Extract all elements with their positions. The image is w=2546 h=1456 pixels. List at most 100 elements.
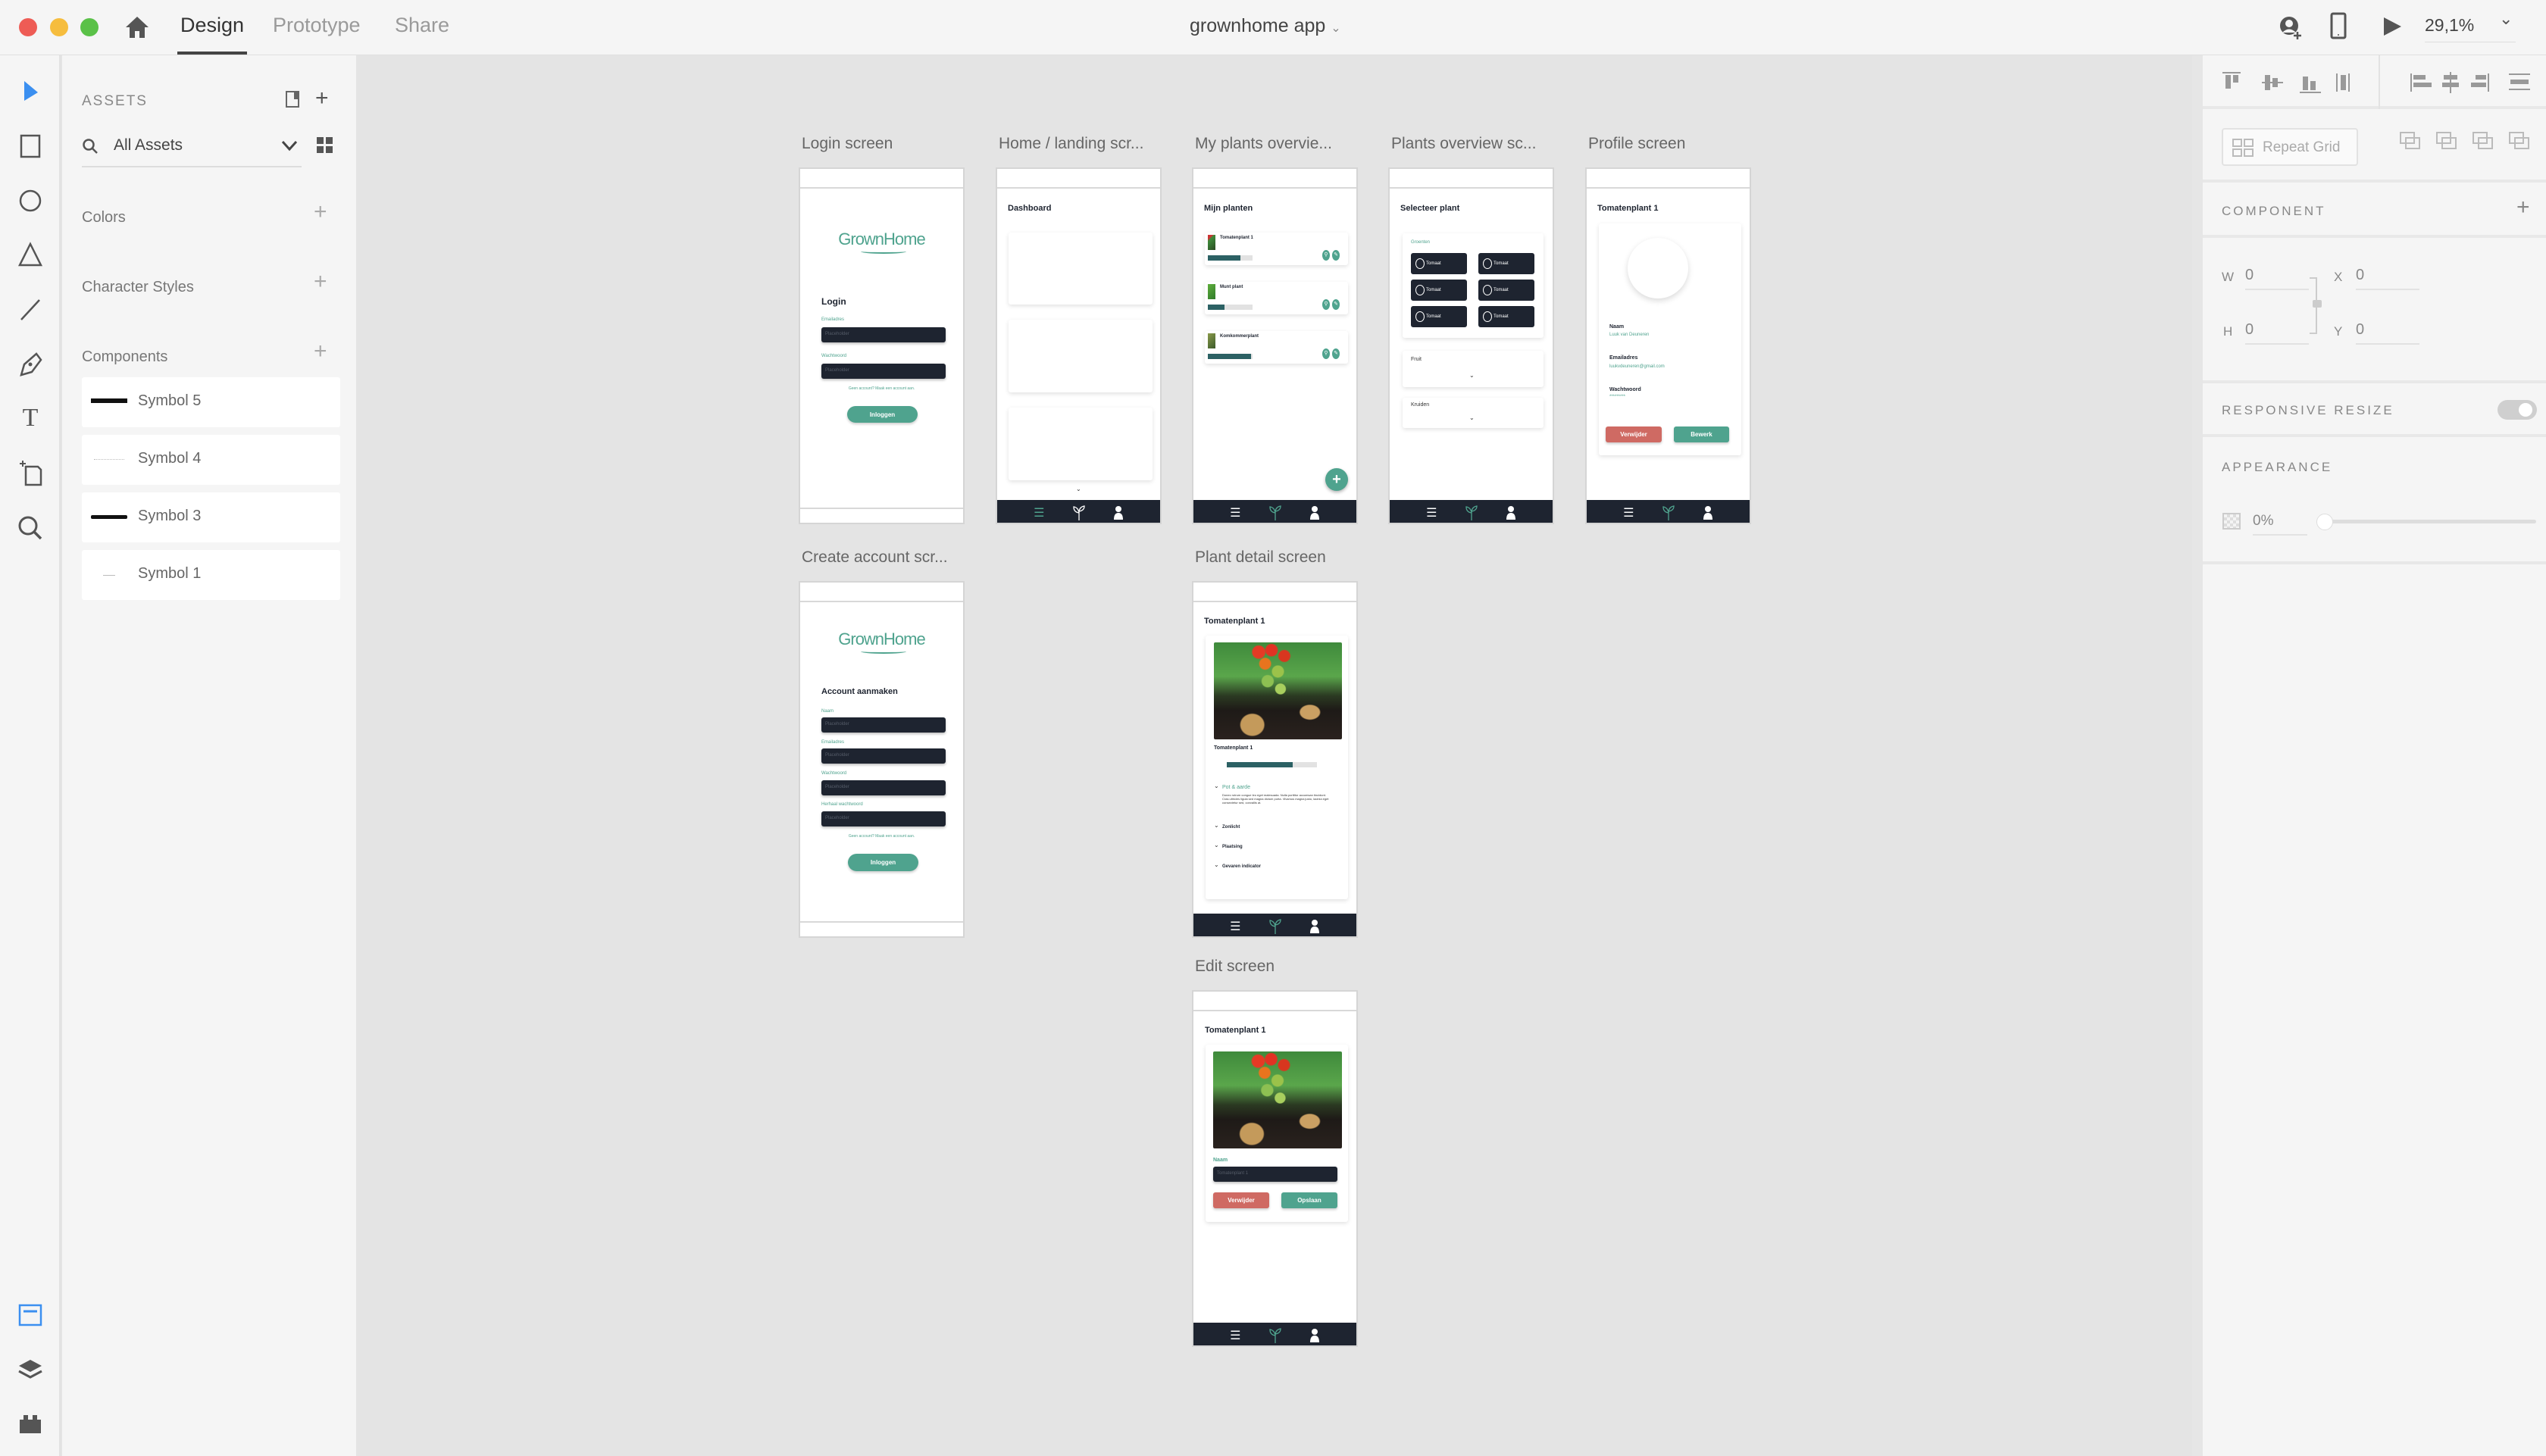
artboard-label-plant-detail[interactable]: Plant detail screen	[1195, 548, 1326, 567]
layers-panel-icon[interactable]	[17, 1357, 44, 1384]
user-icon[interactable]	[1309, 919, 1320, 934]
components-section[interactable]: Components	[82, 348, 167, 366]
plant-list-item[interactable]: Komkommerplant ⚲ ✎	[1205, 331, 1348, 364]
user-icon[interactable]	[1309, 1328, 1320, 1343]
accordion-danger-indicator[interactable]: Gevaren indicator	[1222, 864, 1261, 869]
accordion-pot-soil[interactable]: Pot & aarde	[1222, 785, 1250, 790]
sprout-icon[interactable]	[1268, 919, 1282, 934]
sprout-icon[interactable]	[1465, 505, 1478, 520]
home-icon[interactable]	[124, 15, 150, 39]
document-title[interactable]: grownhome app ⌄	[1190, 15, 1341, 37]
boolean-ops-icons[interactable]	[2400, 132, 2536, 156]
login-button[interactable]: Inloggen	[847, 406, 918, 423]
plant-tile[interactable]: Tomaat	[1478, 280, 1534, 301]
library-icon[interactable]	[285, 90, 302, 110]
align-icons[interactable]	[2222, 70, 2533, 95]
symbol-item[interactable]: Symbol 4	[82, 435, 340, 485]
select-tool-icon[interactable]	[17, 78, 44, 105]
dashboard-card[interactable]	[1009, 233, 1153, 305]
add-plant-button[interactable]: +	[1325, 468, 1348, 491]
y-input[interactable]: 0	[2356, 321, 2419, 345]
chevron-down-icon[interactable]: ⌄	[1076, 486, 1081, 492]
plant-list-item[interactable]: Tomatenplant 1 ⚲ ✎	[1205, 233, 1348, 265]
line-tool-icon[interactable]	[17, 295, 44, 323]
add-asset-icon[interactable]: +	[315, 87, 329, 110]
symbol-item[interactable]: Symbol 3	[82, 492, 340, 542]
artboard-profile[interactable]: Tomatenplant 1 Naam Luuk van Deuneren Em…	[1585, 167, 1751, 524]
category-card-herbs[interactable]: Kruiden ⌄	[1403, 398, 1544, 428]
artboard-tool-icon[interactable]	[17, 459, 44, 486]
password-input[interactable]: Placeholder	[821, 364, 946, 379]
plugins-panel-icon[interactable]	[17, 1411, 44, 1438]
name-input[interactable]: Tomatenplant 1	[1213, 1167, 1337, 1182]
character-styles-section[interactable]: Character Styles	[82, 279, 194, 296]
create-account-link[interactable]: Geen account? Maak een account aan.	[800, 834, 963, 839]
plant-list-item[interactable]: Munt plant ⚲ ✎	[1205, 282, 1348, 314]
device-preview-icon[interactable]	[2330, 12, 2347, 39]
dashboard-card[interactable]	[1009, 408, 1153, 480]
plant-tile[interactable]: Tomaat	[1411, 306, 1467, 327]
edit-plant-icon[interactable]: ✎	[1332, 348, 1340, 359]
search-plant-icon[interactable]: ⚲	[1322, 348, 1330, 359]
artboard-label-create-account[interactable]: Create account scr...	[802, 548, 948, 567]
polygon-tool-icon[interactable]	[17, 241, 44, 268]
add-component-icon[interactable]: +	[314, 340, 327, 363]
edit-plant-icon[interactable]: ✎	[1332, 250, 1340, 261]
symbol-item[interactable]: Symbol 5	[82, 377, 340, 427]
grid-view-icon[interactable]	[317, 137, 333, 154]
sprout-icon[interactable]	[1072, 505, 1086, 520]
x-input[interactable]: 0	[2356, 267, 2419, 290]
chevron-down-icon[interactable]: ⌄	[1214, 822, 1219, 829]
maximize-window-button[interactable]	[80, 18, 99, 36]
opacity-slider-handle[interactable]	[2316, 514, 2333, 530]
close-window-button[interactable]	[19, 18, 37, 36]
login-button[interactable]: Inloggen	[848, 854, 918, 871]
email-input[interactable]: Placeholder	[821, 748, 946, 764]
user-icon[interactable]	[1113, 505, 1124, 520]
responsive-resize-toggle[interactable]	[2498, 400, 2537, 420]
invite-user-icon[interactable]	[2278, 15, 2304, 39]
height-input[interactable]: 0	[2245, 321, 2309, 345]
artboard-label-login[interactable]: Login screen	[802, 135, 893, 153]
lock-icon[interactable]	[2313, 300, 2322, 308]
artboard-label-home[interactable]: Home / landing scr...	[999, 135, 1143, 153]
list-icon[interactable]: ☰	[1623, 505, 1634, 520]
artboard-home[interactable]: Dashboard ⌄ ☰	[996, 167, 1162, 524]
add-character-style-icon[interactable]: +	[314, 270, 327, 293]
plant-photo[interactable]	[1213, 1051, 1342, 1148]
plant-tile[interactable]: Tomaat	[1411, 253, 1467, 274]
tab-share[interactable]: Share	[395, 14, 449, 37]
avatar[interactable]	[1628, 238, 1688, 298]
artboard-plants-overview[interactable]: Selecteer plant Groenten Tomaat Tomaat T…	[1388, 167, 1554, 524]
search-plant-icon[interactable]: ⚲	[1322, 299, 1330, 310]
zoom-chevron-icon[interactable]: ⌄	[2499, 9, 2513, 29]
artboard-label-my-plants[interactable]: My plants overvie...	[1195, 135, 1332, 153]
email-input[interactable]: Placeholder	[821, 327, 946, 342]
sprout-icon[interactable]	[1268, 1328, 1282, 1343]
artboard-my-plants[interactable]: Mijn planten Tomatenplant 1 ⚲ ✎ Munt pla…	[1192, 167, 1358, 524]
opacity-slider[interactable]	[2316, 514, 2536, 530]
chevron-down-icon[interactable]: ⌄	[1214, 842, 1219, 848]
chevron-down-icon[interactable]: ⌄	[1469, 414, 1475, 421]
list-icon[interactable]: ☰	[1034, 505, 1044, 520]
chevron-down-icon[interactable]: ⌄	[1214, 861, 1219, 868]
user-icon[interactable]	[1309, 505, 1320, 520]
name-input[interactable]: Placeholder	[821, 717, 946, 733]
accordion-placement[interactable]: Plaatsing	[1222, 845, 1243, 849]
create-account-link[interactable]: Geen account? Maak een account aan.	[800, 386, 963, 391]
artboard-login[interactable]: GrownHome Login Emailadres Placeholder W…	[799, 167, 965, 524]
rectangle-tool-icon[interactable]	[17, 133, 44, 160]
assets-panel-icon[interactable]	[17, 1301, 44, 1329]
width-input[interactable]: 0	[2245, 267, 2309, 290]
delete-button[interactable]: Verwijder	[1213, 1192, 1269, 1208]
artboard-label-profile[interactable]: Profile screen	[1588, 135, 1685, 153]
delete-button[interactable]: Verwijder	[1606, 426, 1662, 442]
artboard-edit[interactable]: Tomatenplant 1 Naam Tomatenplant 1 Verwi…	[1192, 990, 1358, 1347]
add-color-icon[interactable]: +	[314, 201, 327, 223]
chevron-down-icon[interactable]: ⌄	[1469, 372, 1475, 379]
sprout-icon[interactable]	[1268, 505, 1282, 520]
opacity-input[interactable]: 0%	[2253, 513, 2307, 536]
pen-tool-icon[interactable]	[17, 351, 44, 378]
dashboard-card[interactable]	[1009, 320, 1153, 392]
ellipse-tool-icon[interactable]	[17, 187, 44, 214]
